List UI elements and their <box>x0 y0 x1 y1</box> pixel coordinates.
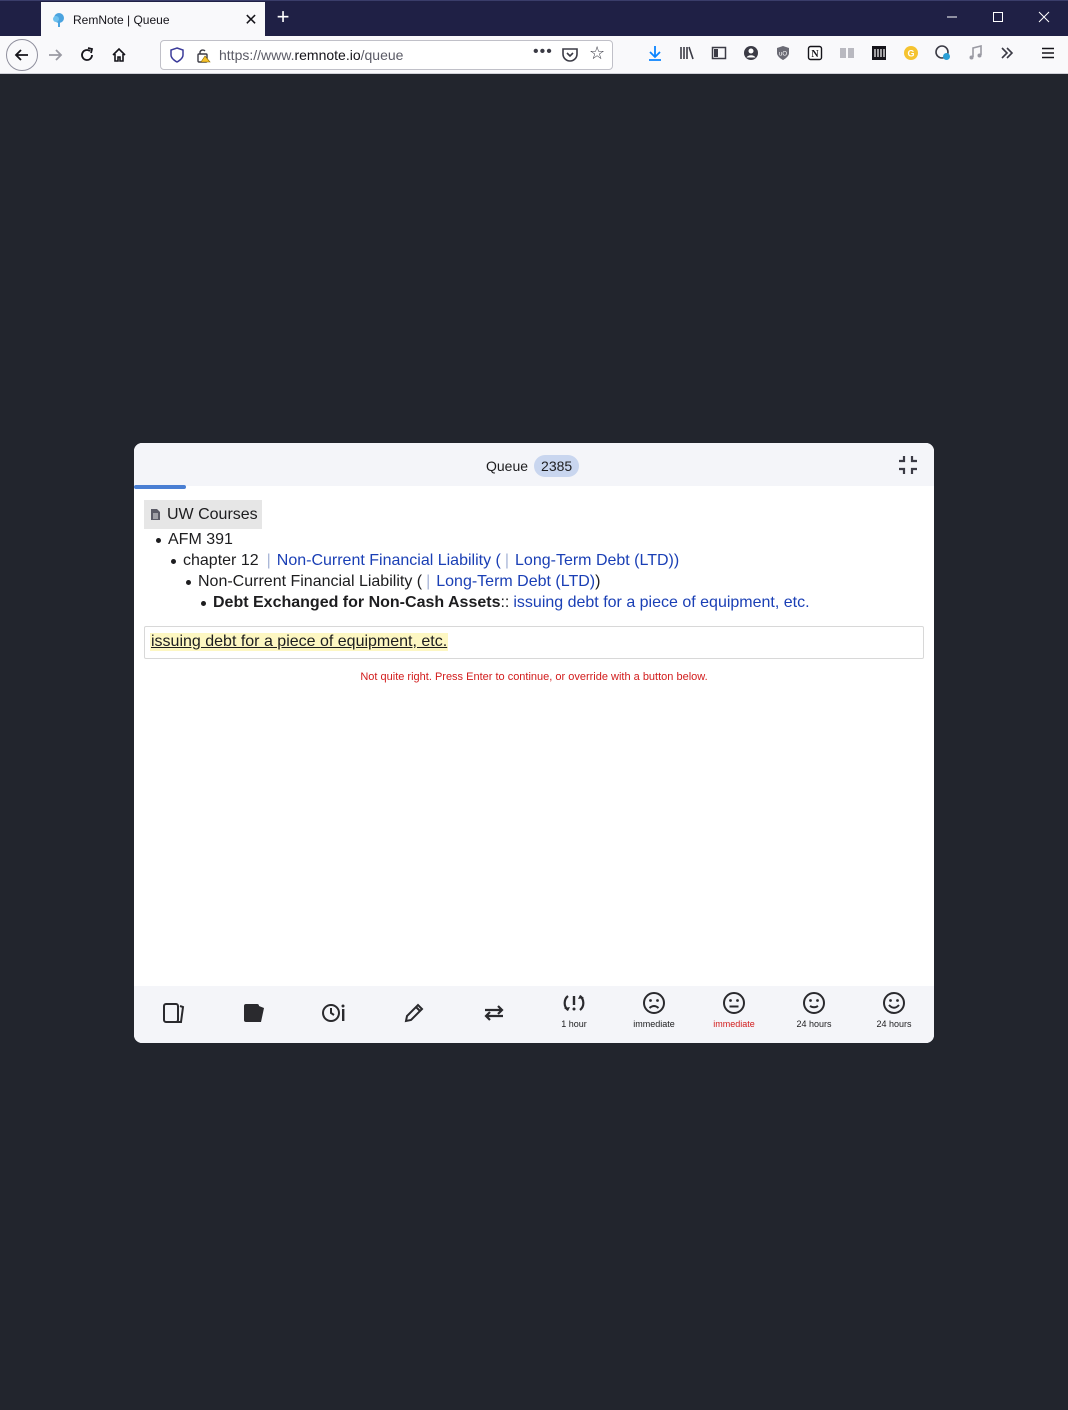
repeat-alert-icon <box>563 995 585 1011</box>
queue-count-badge: 2385 <box>534 455 580 477</box>
button-label: 24 hours <box>796 1019 832 1029</box>
breadcrumb-label: UW Courses <box>167 505 258 523</box>
feedback-message: Not quite right. Press Enter to continue… <box>360 671 708 683</box>
neutral-face-icon <box>723 992 745 1014</box>
maximize-icon[interactable] <box>984 7 1012 29</box>
rem-text: Non-Current Financial Liability ( <box>198 573 423 590</box>
pencil-icon <box>404 1003 424 1023</box>
rem-reference-link[interactable]: Non-Current Financial Liability ( <box>277 552 501 570</box>
again-1-hour-button[interactable]: 1 hour <box>534 986 614 1043</box>
close-window-icon[interactable] <box>1030 7 1058 29</box>
browser-toolbar: https://www.remnote.io/queue ••• ☆ uO N … <box>0 36 1068 74</box>
svg-text:uO: uO <box>779 52 787 58</box>
flip-card-button[interactable] <box>214 986 294 1043</box>
easily-recalled-button[interactable]: 24 hours <box>854 986 934 1043</box>
rem-row-level3[interactable]: Non-Current Financial Liability ( | Long… <box>186 572 600 592</box>
music-icon[interactable] <box>965 44 985 65</box>
tab-close-icon[interactable]: ✕ <box>237 10 265 30</box>
account-icon[interactable] <box>741 45 761 65</box>
queue-title: Queue 2385 <box>486 455 580 477</box>
reload-icon[interactable] <box>74 42 100 68</box>
new-tab-button[interactable]: + <box>271 5 295 31</box>
clock-info-icon <box>322 1004 345 1022</box>
tracking-shield-icon[interactable] <box>169 47 185 63</box>
grammarly-icon[interactable]: G <box>901 45 921 65</box>
slight-smile-face-icon <box>803 992 825 1014</box>
sidebar-icon[interactable] <box>709 45 729 65</box>
flashcard-front: Debt Exchanged for Non-Cash Assets <box>213 594 501 611</box>
card-history-button[interactable] <box>294 986 374 1043</box>
svg-text:G: G <box>907 49 914 59</box>
button-label: immediate <box>713 1019 755 1029</box>
rem-reference-link[interactable]: Long-Term Debt (LTD)) <box>515 552 679 570</box>
queue-title-label: Queue <box>486 458 529 474</box>
queue-toolbar: 1 hour immediate immediate 24 hours 24 h… <box>134 986 934 1043</box>
browser-titlebar: RemNote | Queue ✕ + <box>0 0 1068 37</box>
rem-text: chapter 12 <box>183 552 259 569</box>
rem-text: ) <box>595 573 601 590</box>
pocket-icon[interactable] <box>561 46 579 64</box>
bullet-icon <box>201 600 206 606</box>
queue-panel: Queue 2385 UW Courses AFM 391 chapter 12… <box>134 443 934 1043</box>
recalled-with-effort-button[interactable]: 24 hours <box>774 986 854 1043</box>
ublock-icon[interactable]: uO <box>773 45 793 65</box>
archive-icon[interactable] <box>869 45 889 65</box>
frown-face-icon <box>643 992 665 1014</box>
partially-recalled-button[interactable]: immediate <box>694 986 774 1043</box>
cards-filled-icon <box>244 1004 264 1022</box>
notion-icon[interactable]: N <box>805 45 825 65</box>
reader-icon[interactable] <box>837 45 857 65</box>
lock-warning-icon[interactable] <box>195 47 211 63</box>
browser-tab[interactable]: RemNote | Queue ✕ <box>41 2 265 37</box>
bullet-icon <box>171 558 176 564</box>
rem-row-level1[interactable]: AFM 391 <box>156 530 233 550</box>
separator-pipe: | <box>504 552 510 569</box>
button-label: 24 hours <box>876 1019 912 1029</box>
rem-row-level4[interactable]: Debt Exchanged for Non-Cash Assets :: is… <box>201 593 810 613</box>
url-bar[interactable]: https://www.remnote.io/queue ••• ☆ <box>160 40 613 70</box>
show-card-button[interactable] <box>134 986 214 1043</box>
library-icon[interactable] <box>677 45 697 65</box>
answer-input[interactable]: issuing debt for a piece of equipment, e… <box>144 626 924 659</box>
overflow-chevron-icon[interactable] <box>997 45 1017 65</box>
hamburger-menu-icon[interactable] <box>1038 45 1058 65</box>
button-label: 1 hour <box>561 1019 587 1029</box>
edit-card-button[interactable] <box>374 986 454 1043</box>
bullet-icon <box>186 579 191 585</box>
cards-outline-icon <box>163 1003 185 1023</box>
tab-title: RemNote | Queue <box>73 12 170 27</box>
extension-badge-icon[interactable] <box>933 45 953 65</box>
separator-pipe: | <box>266 552 271 569</box>
forgot-button[interactable]: immediate <box>614 986 694 1043</box>
back-button[interactable] <box>6 39 38 71</box>
forward-button[interactable] <box>42 42 68 68</box>
separator-pipe: | <box>426 573 431 590</box>
rem-text: AFM 391 <box>168 531 233 548</box>
home-icon[interactable] <box>106 42 132 68</box>
flashcard-separator: :: <box>500 594 510 611</box>
answer-text: issuing debt for a piece of equipment, e… <box>150 633 449 651</box>
flashcard-back: issuing debt for a piece of equipment, e… <box>513 594 810 611</box>
remnote-logo-icon <box>53 12 64 27</box>
document-icon <box>151 509 160 520</box>
rem-reference-link[interactable]: Long-Term Debt (LTD) <box>436 573 595 591</box>
rem-row-level2[interactable]: chapter 12 | Non-Current Financial Liabi… <box>171 551 679 571</box>
downloads-icon[interactable] <box>645 45 665 65</box>
exit-fullscreen-icon[interactable] <box>896 453 920 477</box>
swap-direction-button[interactable] <box>454 986 534 1043</box>
bookmark-star-icon[interactable]: ☆ <box>589 43 605 64</box>
minimize-icon[interactable] <box>938 7 966 29</box>
smile-face-icon <box>883 992 905 1014</box>
queue-progress-bar <box>134 485 186 489</box>
svg-text:N: N <box>811 49 819 60</box>
page-actions-icon[interactable]: ••• <box>533 43 553 61</box>
url-text[interactable]: https://www.remnote.io/queue <box>219 47 403 63</box>
bullet-icon <box>156 537 161 543</box>
button-label: immediate <box>633 1019 675 1029</box>
breadcrumb[interactable]: UW Courses <box>144 500 262 529</box>
queue-header: Queue 2385 <box>134 443 934 489</box>
swap-arrows-icon <box>484 1005 504 1021</box>
